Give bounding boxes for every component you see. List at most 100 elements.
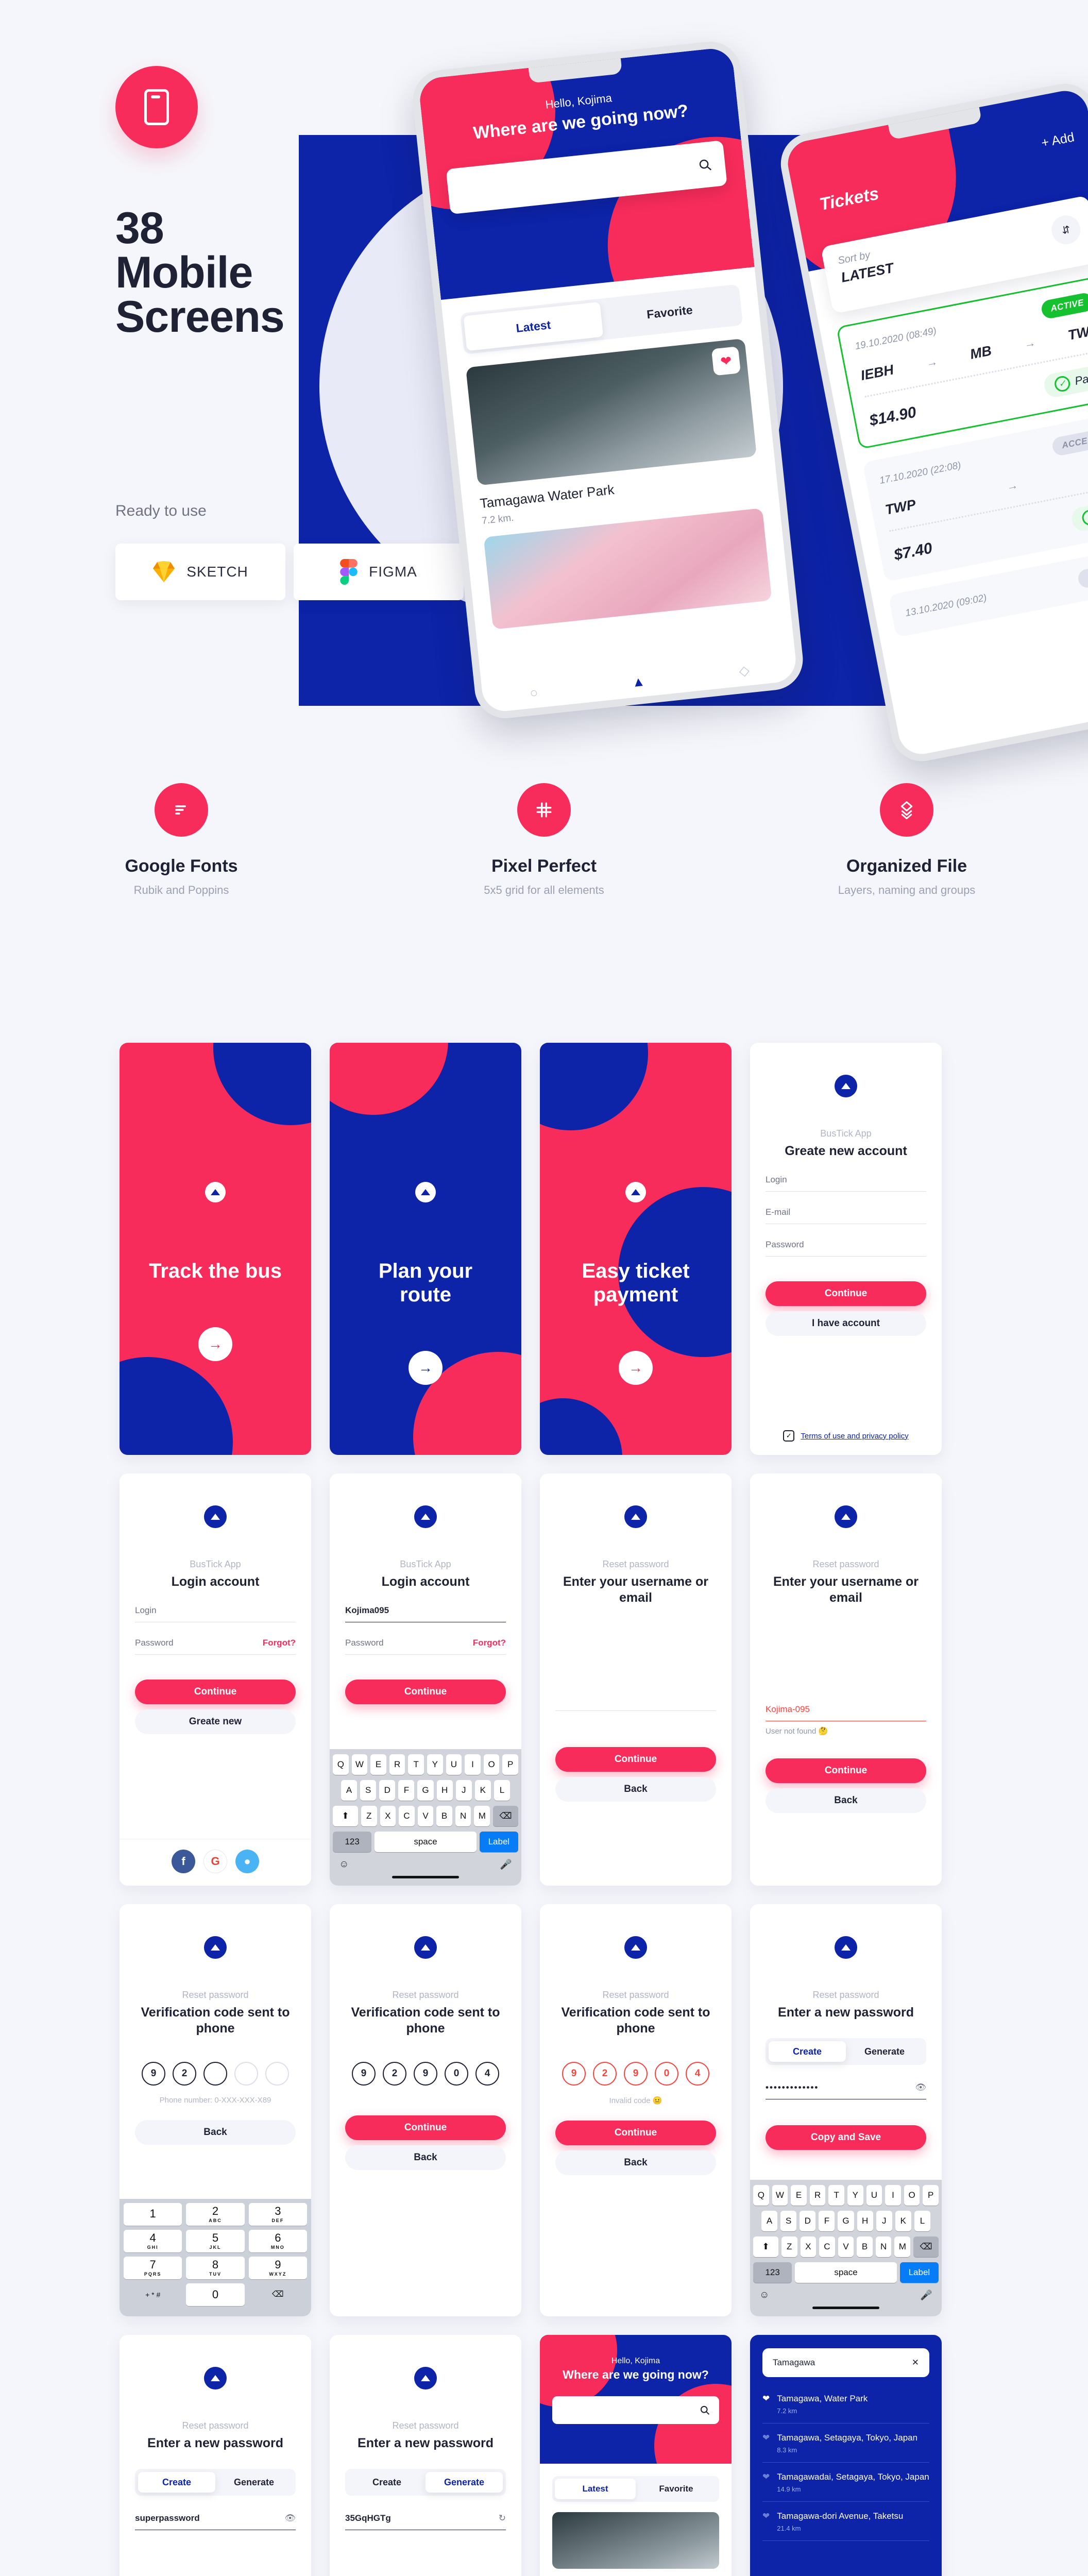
key-y[interactable]: Y — [847, 2185, 863, 2206]
tab-create[interactable]: Create — [769, 2041, 846, 2062]
continue-button[interactable]: Continue — [766, 1281, 926, 1307]
email-field[interactable]: E-mail — [766, 1207, 926, 1225]
heart-icon[interactable]: ❤ — [711, 346, 741, 376]
place-photo-2[interactable] — [483, 508, 772, 630]
tab-create[interactable]: Create — [348, 2472, 426, 2493]
numpad-key-4[interactable]: 4 GHI — [124, 2230, 182, 2252]
username-field[interactable]: Kojima-095 User not found 🤔 — [766, 1704, 926, 1736]
refresh-icon[interactable]: ↻ — [499, 2513, 506, 2523]
password-field[interactable]: ••••••••••••• 👁 — [766, 2082, 926, 2100]
continue-button[interactable]: Continue — [555, 1747, 716, 1772]
key-n[interactable]: N — [875, 2236, 892, 2257]
back-button[interactable]: Back — [766, 1788, 926, 1813]
action-key[interactable]: Label — [899, 2262, 939, 2283]
tab-favorite[interactable]: Favorite — [636, 2479, 717, 2499]
search-input[interactable] — [552, 2396, 719, 2424]
password-field[interactable]: Password — [766, 1240, 926, 1257]
key-i[interactable]: I — [465, 1754, 481, 1775]
space-key[interactable]: space — [795, 2262, 897, 2283]
key-u[interactable]: U — [446, 1754, 462, 1775]
home-icon[interactable]: ▲ — [631, 673, 646, 691]
screen-verify-full[interactable]: Reset password Verification code sent to… — [330, 1904, 521, 2316]
heart-icon[interactable]: ❤ — [762, 2394, 770, 2415]
emoji-icon[interactable]: ☺ — [759, 2290, 769, 2301]
password-field[interactable]: superpassword 👁 — [135, 2513, 296, 2531]
numpad-key-9[interactable]: 9 WXYZ — [248, 2257, 307, 2279]
key-p[interactable]: P — [923, 2185, 939, 2206]
otp-digit-3[interactable]: 9 — [414, 2061, 437, 2086]
shift-icon[interactable]: ⬆ — [332, 1806, 358, 1826]
screen-verify-invalid[interactable]: Reset password Verification code sent to… — [540, 1904, 732, 2316]
heart-icon[interactable]: ❤ — [762, 2433, 770, 2454]
otp-digit-1[interactable]: 9 — [142, 2061, 165, 2086]
next-button[interactable]: → — [619, 1351, 653, 1385]
copy-and-save-button[interactable]: Copy and Save — [766, 2125, 926, 2150]
key-v[interactable]: V — [838, 2236, 854, 2257]
numpad-key-5[interactable]: 5 JKL — [186, 2230, 245, 2252]
username-field[interactable] — [555, 1704, 716, 1711]
tab-generate[interactable]: Generate — [426, 2472, 503, 2493]
key-p[interactable]: P — [502, 1754, 518, 1775]
key-w[interactable]: W — [772, 2185, 788, 2206]
list-item[interactable]: ❤ Tamagawadai, Setagaya, Tokyo, Japan 14… — [762, 2463, 929, 2502]
continue-button[interactable]: Continue — [555, 2120, 716, 2145]
home-tabs[interactable]: Latest Favorite — [552, 2476, 719, 2502]
key-t[interactable]: T — [408, 1754, 424, 1775]
key-a[interactable]: A — [761, 2211, 778, 2231]
key-s[interactable]: S — [360, 1780, 377, 1801]
otp-digit-1[interactable]: 9 — [352, 2061, 376, 2086]
key-y[interactable]: Y — [427, 1754, 443, 1775]
otp-input[interactable]: 9 2 — [135, 2061, 296, 2086]
microphone-icon[interactable]: 🎤 — [500, 1858, 512, 1871]
back-button[interactable]: Back — [555, 2150, 716, 2175]
screen-create-account[interactable]: BusTick App Greate new account Login E-m… — [750, 1043, 942, 1455]
key-l[interactable]: L — [914, 2211, 930, 2231]
heart-icon[interactable]: ❤ — [762, 2511, 770, 2532]
key-r[interactable]: R — [809, 2185, 826, 2206]
i-have-account-button[interactable]: I have account — [766, 1311, 926, 1336]
screen-new-password-keyboard[interactable]: Reset password Enter a new password Crea… — [750, 1904, 942, 2316]
numeric-keypad[interactable]: 1 2 ABC 3 DEF 4 GHI 5 JKL 6 MNO 7 PQRS 8 TUV 9W… — [120, 2199, 311, 2316]
key-t[interactable]: T — [828, 2185, 844, 2206]
otp-digit-5[interactable]: 4 — [686, 2061, 709, 2086]
key-c[interactable]: C — [819, 2236, 835, 2257]
numbers-key[interactable]: 123 — [753, 2262, 792, 2283]
key-q[interactable]: Q — [753, 2185, 769, 2206]
space-key[interactable]: space — [375, 1832, 477, 1852]
create-new-button[interactable]: Greate new — [135, 1709, 296, 1735]
key-b[interactable]: B — [857, 2236, 873, 2257]
qwerty-keyboard[interactable]: Q W E R T Y U I O P A S D F G H J K L ⬆ … — [750, 2180, 942, 2316]
qwerty-keyboard[interactable]: Q W E R T Y U I O P A S D F G H J K L ⬆ … — [330, 1749, 521, 1886]
ticket-icon[interactable]: ◇ — [738, 662, 750, 679]
eye-off-icon[interactable]: 👁 — [915, 2082, 926, 2093]
onboarding-card-easy-payment[interactable]: Easy ticket payment → — [540, 1043, 732, 1455]
key-g[interactable]: G — [417, 1780, 434, 1801]
numpad-key-1[interactable]: 1 — [124, 2203, 182, 2226]
password-mode-tabs[interactable]: Create Generate — [345, 2469, 506, 2496]
key-f[interactable]: F — [819, 2211, 835, 2231]
otp-digit-5[interactable]: 4 — [475, 2061, 499, 2086]
key-v[interactable]: V — [417, 1806, 434, 1826]
place-photo[interactable]: ❤ — [466, 338, 757, 486]
numpad-key-3[interactable]: 3 DEF — [248, 2203, 307, 2226]
backspace-icon[interactable]: ⌫ — [249, 2283, 307, 2306]
key-h[interactable]: H — [436, 1780, 453, 1801]
key-g[interactable]: G — [838, 2211, 854, 2231]
login-field[interactable]: Login — [135, 1605, 296, 1623]
key-w[interactable]: W — [351, 1754, 368, 1775]
key-i[interactable]: I — [885, 2185, 901, 2206]
key-e[interactable]: E — [370, 1754, 386, 1775]
tab-favorite[interactable]: Favorite — [600, 287, 740, 336]
backspace-icon[interactable]: ⌫ — [493, 1806, 519, 1826]
key-m[interactable]: M — [894, 2236, 911, 2257]
forgot-password-link[interactable]: Forgot? — [473, 1638, 506, 1648]
key-a[interactable]: A — [341, 1780, 358, 1801]
back-button[interactable]: Back — [555, 1776, 716, 1802]
search-input[interactable]: Tamagawa ✕ — [762, 2348, 929, 2377]
place-photo[interactable] — [552, 2512, 719, 2569]
screen-search-results[interactable]: Tamagawa ✕ ❤ Tamagawa, Water Park 7.2 km… — [750, 2335, 942, 2576]
next-button[interactable]: → — [409, 1351, 443, 1385]
screen-login-empty[interactable]: BusTick App Login account Login Password… — [120, 1473, 311, 1886]
key-m[interactable]: M — [474, 1806, 490, 1826]
password-mode-tabs[interactable]: Create Generate — [766, 2038, 926, 2065]
